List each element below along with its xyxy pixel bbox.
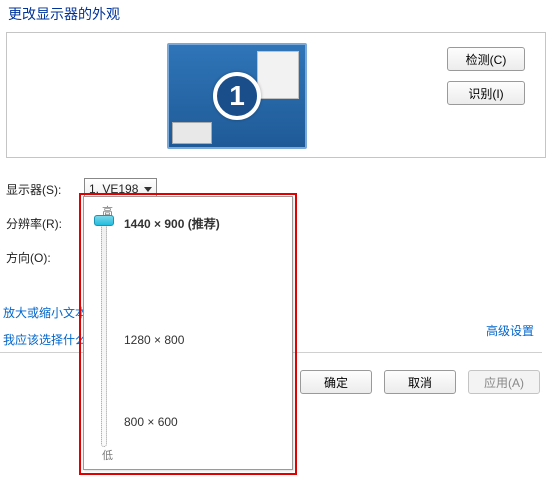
- resolution-slider[interactable]: [92, 219, 116, 447]
- apply-button-label: 应用(A): [484, 376, 524, 390]
- slider-low-label: 低: [102, 447, 113, 463]
- help-choose-link[interactable]: 我应该选择什么: [3, 331, 87, 348]
- advanced-settings-link[interactable]: 高级设置: [486, 324, 534, 338]
- identify-button[interactable]: 识别(I): [447, 81, 525, 105]
- monitor-preview[interactable]: 1: [167, 43, 307, 149]
- detect-button[interactable]: 检测(C): [447, 47, 525, 71]
- chevron-down-icon: [144, 187, 152, 192]
- resolution-option-1[interactable]: 1440 × 900 (推荐): [124, 215, 220, 232]
- detect-button-label: 检测(C): [466, 53, 507, 67]
- resolution-option-2[interactable]: 1280 × 800: [124, 333, 184, 347]
- monitor-number-badge: 1: [213, 72, 261, 120]
- orientation-label: 方向(O):: [6, 249, 84, 266]
- resize-text-link[interactable]: 放大或缩小文本: [3, 304, 87, 321]
- slider-thumb[interactable]: [94, 215, 114, 226]
- resolution-label: 分辨率(R):: [6, 215, 84, 232]
- cancel-button-label: 取消: [408, 376, 432, 390]
- ok-button[interactable]: 确定: [300, 370, 372, 394]
- display-label: 显示器(S):: [6, 181, 84, 198]
- display-select-value: 1. VE198: [89, 182, 138, 196]
- apply-button: 应用(A): [468, 370, 540, 394]
- monitor-preview-panel: 1 检测(C) 识别(I): [6, 32, 546, 158]
- ok-button-label: 确定: [324, 376, 348, 390]
- identify-button-label: 识别(I): [468, 87, 503, 101]
- window-preview: [257, 51, 299, 99]
- taskbar-preview: [172, 122, 212, 144]
- slider-track: [101, 219, 107, 447]
- cancel-button[interactable]: 取消: [384, 370, 456, 394]
- resolution-popup: 高 1440 × 900 (推荐) 1280 × 800 800 × 600 低: [83, 196, 293, 470]
- page-title: 更改显示器的外观: [8, 4, 546, 24]
- resolution-option-3[interactable]: 800 × 600: [124, 415, 178, 429]
